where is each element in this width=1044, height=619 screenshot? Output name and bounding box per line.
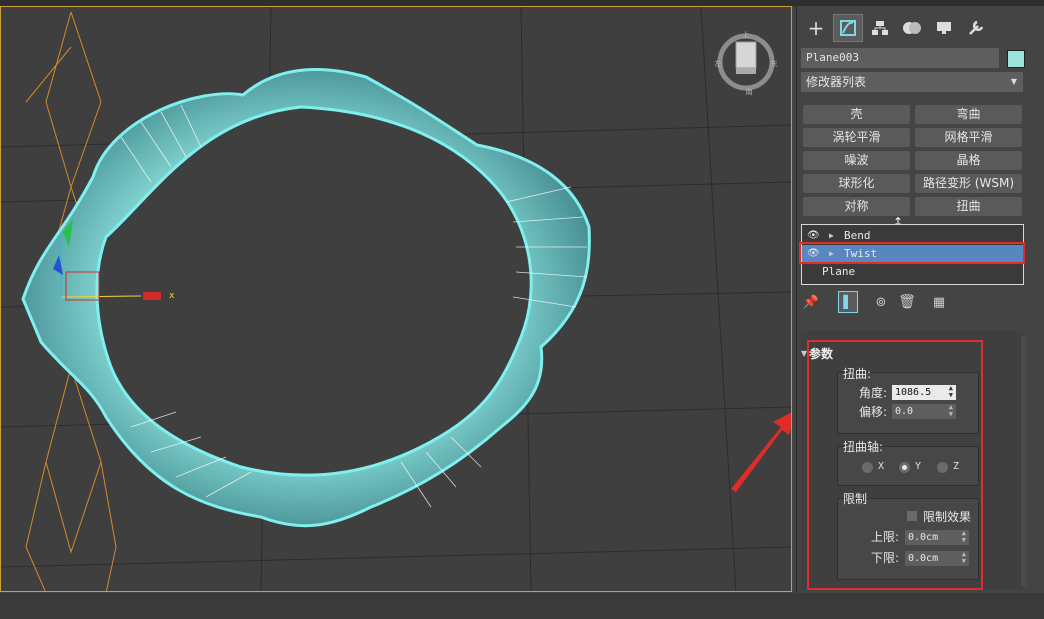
viewcube: 上 左 东 南 <box>715 30 778 96</box>
create-tab[interactable]: + <box>801 14 831 42</box>
make-unique-icon: ⊚ <box>875 294 887 310</box>
viewport-scene: x 上 左 东 南 <box>1 7 791 591</box>
stack-toolbar: 📌 ▌ ⊚ 🗑 ▦ <box>801 291 1023 313</box>
viewcube-right-label: 东 <box>771 59 778 68</box>
hierarchy-tab[interactable] <box>865 14 895 42</box>
axis-x-label: x <box>169 291 175 301</box>
hierarchy-icon <box>872 21 888 35</box>
show-end-result-button[interactable]: ▌ <box>838 291 858 313</box>
modify-icon <box>840 20 856 36</box>
chevron-down-icon: ▼ <box>1010 77 1017 86</box>
modifier-button-symmetry[interactable]: 对称 <box>803 197 910 216</box>
modify-tab[interactable] <box>833 14 863 42</box>
panel-scrollbar[interactable] <box>1021 336 1027 586</box>
utilities-tab[interactable] <box>961 14 991 42</box>
viewcube-bottom-label: 南 <box>746 87 753 96</box>
pin-icon: 📌 <box>802 294 820 310</box>
modifier-button-lattice[interactable]: 晶格 <box>915 151 1022 170</box>
bottom-bar <box>0 593 1044 619</box>
annotation-arrow <box>731 412 791 492</box>
motion-tab[interactable] <box>897 14 927 42</box>
stack-item-label: Plane <box>822 265 856 278</box>
trash-icon: 🗑 <box>898 294 916 310</box>
configure-icon: ▦ <box>932 294 946 310</box>
viewcube-left-label: 左 <box>715 59 722 68</box>
motion-icon <box>903 22 921 34</box>
modifier-list-label: 修改器列表 <box>806 75 867 89</box>
plus-icon: + <box>807 16 825 40</box>
object-name-field[interactable]: Plane003 <box>801 48 999 68</box>
remove-modifier-button[interactable]: 🗑 <box>897 291 917 313</box>
stack-item-plane[interactable]: Plane <box>802 263 1023 280</box>
twisted-ribbon-object <box>21 67 591 528</box>
modifier-button-spherify[interactable]: 球形化 <box>803 174 910 193</box>
modifier-button-shell[interactable]: 壳 <box>803 105 910 124</box>
modifier-list-dropdown[interactable]: 修改器列表 ▼ <box>801 72 1023 92</box>
panel-tabs: + <box>797 14 1044 44</box>
parameters-highlight-box <box>807 340 983 590</box>
object-color-swatch[interactable] <box>1007 50 1025 68</box>
modifier-button-twist[interactable]: 扭曲 <box>915 197 1022 216</box>
wrench-icon <box>969 20 984 35</box>
modifier-button-pathdeform[interactable]: 路径变形 (WSM) <box>915 174 1022 193</box>
command-panel: + Plane003 修改器列表 ▼ 壳 弯曲 涡轮平滑 网格平滑 噪波 晶格 … <box>796 6 1044 593</box>
modifier-button-turbosmooth[interactable]: 涡轮平滑 <box>803 128 910 147</box>
viewcube-top-label: 上 <box>743 30 750 39</box>
pin-stack-button[interactable]: 📌 <box>801 291 821 313</box>
modifier-button-noise[interactable]: 噪波 <box>803 151 910 170</box>
display-tab[interactable] <box>929 14 959 42</box>
perspective-viewport[interactable]: x 上 左 东 南 <box>0 6 792 592</box>
display-icon <box>937 22 951 34</box>
twist-highlight-box <box>799 242 1025 264</box>
make-unique-button[interactable]: ⊚ <box>871 291 891 313</box>
modifier-button-bend[interactable]: 弯曲 <box>915 105 1022 124</box>
modifier-button-meshsmooth[interactable]: 网格平滑 <box>915 128 1022 147</box>
show-end-result-icon: ▌ <box>843 295 853 309</box>
configure-sets-button[interactable]: ▦ <box>929 291 949 313</box>
